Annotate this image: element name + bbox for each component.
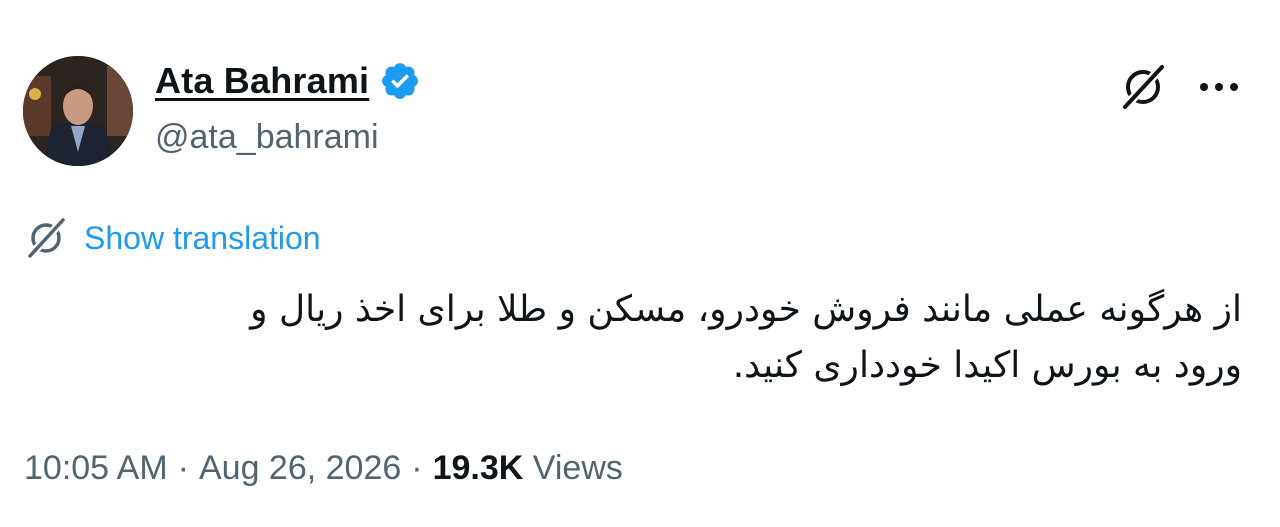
avatar-image	[23, 56, 133, 166]
translate-icon	[24, 216, 68, 260]
show-translation-row[interactable]: Show translation	[24, 216, 321, 260]
tweet-text: از هرگونه عملی مانند فروش خودرو، مسکن و …	[250, 289, 1242, 386]
show-translation-link[interactable]: Show translation	[84, 220, 321, 257]
avatar[interactable]	[23, 56, 133, 166]
tweet-time[interactable]: 10:05 AM	[24, 449, 168, 488]
views-count: 19.3K	[432, 449, 524, 487]
views[interactable]: 19.3K Views	[433, 449, 623, 488]
author-display-name[interactable]: Ata Bahrami	[155, 60, 369, 102]
author-name-row: Ata Bahrami	[155, 60, 421, 102]
verified-badge-icon	[379, 60, 421, 102]
grok-icon[interactable]	[1118, 62, 1168, 112]
tweet-meta: 10:05 AM · Aug 26, 2026 · 19.3K Views	[24, 449, 623, 488]
author-handle[interactable]: @ata_bahrami	[155, 118, 379, 157]
more-icon[interactable]	[1198, 77, 1240, 97]
meta-separator: ·	[177, 449, 189, 487]
tweet-actions-top	[1118, 62, 1240, 112]
meta-separator: ·	[411, 449, 423, 487]
tweet-date[interactable]: Aug 26, 2026	[199, 449, 401, 488]
views-label: Views	[532, 449, 623, 487]
